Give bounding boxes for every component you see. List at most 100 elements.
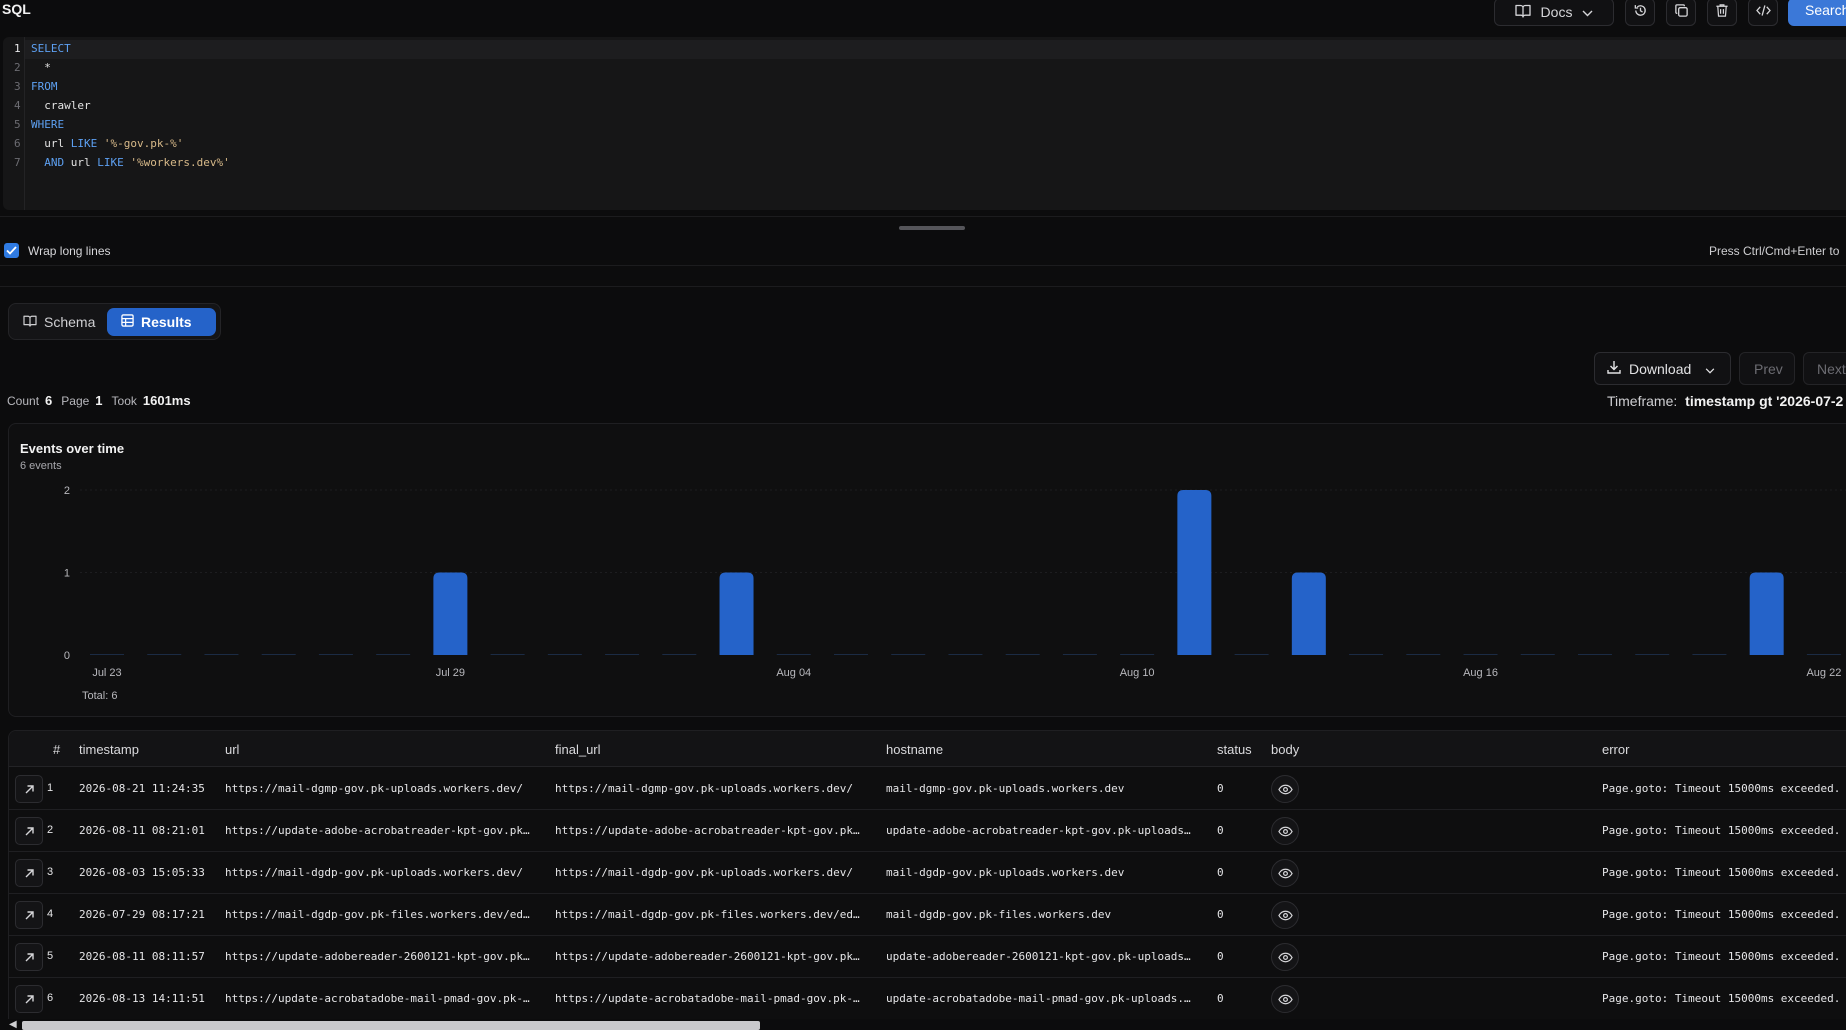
chart-bar[interactable] [719,572,754,656]
cell-timestamp: 2026-08-21 11:24:35 [79,782,205,795]
cell-status: 0 [1217,992,1224,1005]
chart-bar[interactable] [204,654,239,655]
editor-resize-handle[interactable] [899,226,965,230]
chart-bar[interactable] [948,654,983,655]
cell-final-url: https://update-adobe-acrobatreader-kpt-g… [555,824,860,837]
arrow-up-right-icon [25,994,34,1003]
toolbar: Docs [1494,0,1778,26]
column-header-status[interactable]: status [1217,742,1252,757]
column-header-timestamp[interactable]: timestamp [79,742,139,757]
view-body-button[interactable] [1271,859,1299,887]
chart-bar[interactable] [1177,490,1212,655]
sql-token: * [31,61,51,74]
download-button[interactable]: Download [1594,352,1731,385]
chart-bar[interactable] [433,572,468,656]
view-body-button[interactable] [1271,901,1299,929]
column-header-hostname[interactable]: hostname [886,742,943,757]
table-row[interactable]: 2 2026-08-11 08:21:01 https://update-adobe… [9,810,1846,852]
delete-button[interactable] [1707,0,1737,26]
wrap-lines-checkbox[interactable] [4,243,19,258]
column-header-error[interactable]: error [1602,742,1629,757]
table-row[interactable]: 6 2026-08-13 14:11:51 https://update-acrob… [9,978,1846,1020]
search-button[interactable]: Search [1788,0,1846,26]
code-line[interactable]: url LIKE '%-gov.pk-%' [31,134,183,153]
chart-bar[interactable] [1406,654,1441,655]
code-line[interactable]: FROM [31,77,58,96]
view-body-button[interactable] [1271,943,1299,971]
top-bar: SQL Docs Search [0,0,1846,33]
chart-bar[interactable] [318,654,353,655]
chart-bar[interactable] [833,654,868,655]
copy-button[interactable] [1666,0,1696,26]
expand-row-button[interactable] [15,901,43,929]
table-row[interactable]: 4 2026-07-29 08:17:21 https://mail-dgdp-go… [9,894,1846,936]
code-line[interactable]: * [31,58,51,77]
chart-bar[interactable] [376,654,411,655]
table-row[interactable]: 3 2026-08-03 15:05:33 https://mail-dgdp-go… [9,852,1846,894]
x-tick-label: Aug 16 [1463,667,1498,679]
chart-bar[interactable] [547,654,582,655]
chart-bar[interactable] [1520,654,1555,655]
chart-bar[interactable] [490,654,525,655]
tab-results[interactable]: Results [107,308,216,336]
chart-bar[interactable] [605,654,640,655]
prev-page-button[interactable]: Prev [1739,352,1795,385]
took-label: Took [111,394,137,408]
chart-bar[interactable] [776,654,811,655]
chart-bar[interactable] [1349,654,1384,655]
horizontal-scroll-thumb[interactable] [22,1021,760,1030]
chevron-down-icon [1705,361,1715,377]
view-body-button[interactable] [1271,775,1299,803]
chart-bar[interactable] [1062,654,1097,655]
chart-bar[interactable] [1692,654,1727,655]
cell-error: Page.goto: Timeout 15000ms exceeded. [1602,824,1841,837]
page-value: 1 [95,393,103,408]
cell-index: 2 [47,824,54,836]
code-line[interactable]: WHERE [31,115,64,134]
chart-bar[interactable] [1005,654,1040,655]
chart-bar[interactable] [1291,572,1326,656]
tab-schema[interactable]: Schema [23,308,95,336]
expand-row-button[interactable] [15,985,43,1013]
column-header-index: # [53,742,61,757]
table-row[interactable]: 1 2026-08-21 11:24:35 https://mail-dgmp-go… [9,768,1846,810]
chart-bar[interactable] [1120,654,1155,655]
code-line[interactable]: crawler [31,96,90,115]
table-row[interactable]: 5 2026-08-11 08:11:57 https://update-adobe… [9,936,1846,978]
docs-button[interactable]: Docs [1494,0,1614,26]
book-icon [1514,4,1531,21]
chart-bar[interactable] [261,654,296,655]
column-header-final-url[interactable]: final_url [555,742,601,757]
column-header-url[interactable]: url [225,742,239,757]
view-body-button[interactable] [1271,817,1299,845]
scroll-left-arrow[interactable]: ◀ [9,1019,17,1030]
chart-bar[interactable] [1635,654,1670,655]
chart-bar[interactable] [1577,654,1612,655]
wrap-lines-option[interactable]: Wrap long lines [4,243,111,258]
history-button[interactable] [1625,0,1655,26]
cell-error: Page.goto: Timeout 15000ms exceeded. [1602,950,1841,963]
chart-bar[interactable] [891,654,926,655]
sql-editor[interactable]: 1 2 3 4 5 6 7 SELECT * FROM crawler WHERE url LI… [3,37,1846,210]
view-body-button[interactable] [1271,985,1299,1013]
chart-bar[interactable] [1806,654,1841,655]
cell-index: 3 [47,866,54,878]
expand-row-button[interactable] [15,775,43,803]
column-header-body[interactable]: body [1271,742,1299,757]
chart-bar[interactable] [90,654,124,655]
chart-bar[interactable] [1463,654,1498,655]
chart-bar[interactable] [1234,654,1269,655]
expand-row-button[interactable] [15,943,43,971]
cell-index: 5 [47,950,54,962]
chart-bar[interactable] [662,654,697,655]
chart-bar[interactable] [1749,572,1784,656]
expand-row-button[interactable] [15,817,43,845]
cell-url: https://update-acrobatadobe-mail-pmad-go… [225,992,530,1005]
code-button[interactable] [1748,0,1778,26]
chart-bar[interactable] [147,654,182,655]
code-line[interactable]: AND url LIKE '%workers.dev%' [31,153,229,172]
code-line[interactable]: SELECT [31,39,71,58]
download-icon [1607,360,1621,377]
expand-row-button[interactable] [15,859,43,887]
next-page-button[interactable]: Next [1803,352,1846,385]
